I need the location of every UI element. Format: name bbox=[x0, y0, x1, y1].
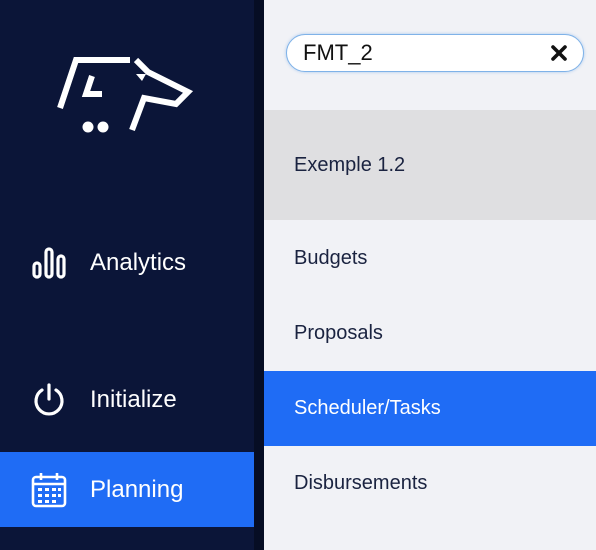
menu-item-budgets[interactable]: Budgets bbox=[264, 221, 596, 296]
search-input[interactable] bbox=[303, 39, 543, 67]
app-window: Analytics Initialize Planning FMT_2 Exem… bbox=[0, 0, 596, 550]
sidebar-item-planning[interactable]: Planning bbox=[0, 452, 254, 527]
close-icon bbox=[551, 45, 567, 61]
menu-item-label: Proposals bbox=[294, 322, 383, 344]
clear-search-button[interactable] bbox=[549, 43, 569, 63]
sidebar-item-initialize[interactable]: Initialize bbox=[0, 362, 254, 437]
sidebar-item-label: Initialize bbox=[90, 385, 177, 413]
sidebar-divider bbox=[254, 0, 264, 550]
sidebar-item-analytics[interactable]: Analytics bbox=[0, 225, 254, 300]
menu-item-disbursements[interactable]: Disbursements bbox=[264, 446, 596, 521]
dog-head-logo bbox=[57, 57, 194, 133]
calendar-icon bbox=[30, 471, 68, 509]
bar-chart-icon bbox=[30, 244, 68, 282]
submenu-panel: Exemple 1.2 Budgets Proposals Scheduler/… bbox=[264, 0, 596, 550]
sidebar-item-label: Planning bbox=[90, 475, 184, 503]
sidebar: Analytics Initialize Planning bbox=[0, 0, 254, 550]
sidebar-item-label: Analytics bbox=[90, 248, 187, 276]
menu-group-header[interactable]: Exemple 1.2 bbox=[264, 110, 596, 220]
menu-item-label: Disbursements bbox=[294, 472, 428, 494]
menu-item-label: Scheduler/Tasks bbox=[294, 397, 441, 419]
menu-item-label: Budgets bbox=[294, 247, 368, 269]
group-header-label: Exemple 1.2 bbox=[294, 153, 406, 176]
search-box bbox=[286, 34, 584, 72]
menu-item-proposals[interactable]: Proposals bbox=[264, 296, 596, 371]
power-icon bbox=[30, 381, 68, 419]
menu-item-scheduler-tasks[interactable]: Scheduler/Tasks bbox=[264, 371, 596, 446]
